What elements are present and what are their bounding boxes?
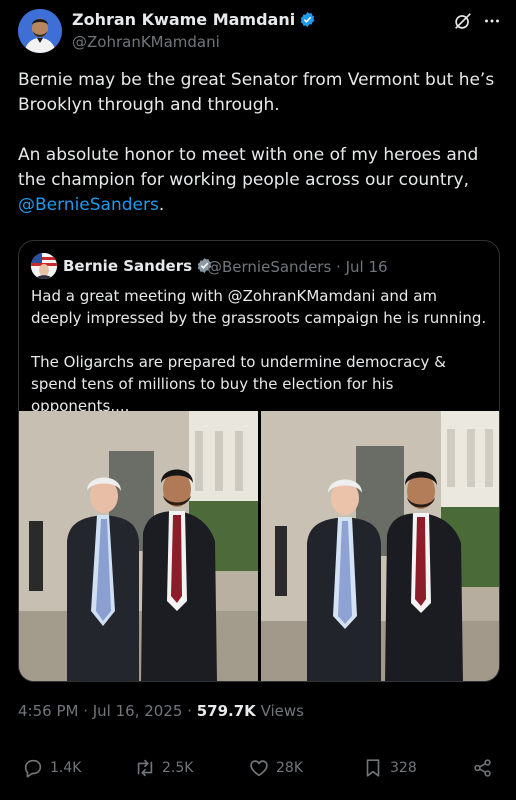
tweet-text: Bernie may be the great Senator from Ver… bbox=[18, 68, 506, 218]
like-count: 28K bbox=[276, 760, 303, 776]
author-handle[interactable]: @ZohranKMamdani bbox=[72, 33, 220, 51]
quoted-tweet[interactable]: Bernie Sanders @BernieSanders · Jul 16 H… bbox=[18, 240, 500, 682]
quoted-name[interactable]: Bernie Sanders bbox=[63, 257, 213, 275]
quoted-text: Had a great meeting with @ZohranKMamdani… bbox=[31, 285, 489, 417]
author-name[interactable]: Zohran Kwame Mamdani bbox=[72, 10, 316, 29]
share-button[interactable] bbox=[472, 756, 500, 780]
tweet-meta: 4:56 PM · Jul 16, 2025 · 579.7K Views bbox=[18, 702, 304, 720]
quoted-paragraph-1: Had a great meeting with @ZohranKMamdani… bbox=[31, 287, 487, 327]
mention-link[interactable]: @BernieSanders bbox=[18, 195, 159, 215]
views-count: 579.7K bbox=[196, 702, 256, 720]
grok-icon[interactable] bbox=[452, 10, 474, 32]
bookmark-button[interactable]: 328 bbox=[362, 756, 417, 780]
quoted-photo-1[interactable] bbox=[19, 411, 258, 681]
reply-icon bbox=[24, 759, 42, 778]
share-icon bbox=[474, 759, 491, 777]
repost-button[interactable]: 2.5K bbox=[134, 756, 193, 780]
quoted-name-text: Bernie Sanders bbox=[63, 257, 193, 275]
timestamp[interactable]: 4:56 PM · Jul 16, 2025 · bbox=[18, 702, 197, 720]
verified-badge-icon bbox=[300, 12, 315, 27]
like-button[interactable]: 28K bbox=[248, 756, 303, 780]
tweet-paragraph-2-end: . bbox=[158, 195, 165, 215]
reply-button[interactable]: 1.4K bbox=[22, 756, 81, 780]
more-icon[interactable] bbox=[481, 10, 503, 32]
repost-count: 2.5K bbox=[162, 760, 194, 776]
tweet-paragraph-1: Bernie may be the great Senator from Ver… bbox=[18, 70, 495, 115]
quoted-paragraph-2: The Oligarchs are prepared to undermine … bbox=[31, 353, 446, 415]
reply-count: 1.4K bbox=[50, 760, 82, 776]
like-icon bbox=[250, 760, 268, 777]
quoted-handle-date[interactable]: @BernieSanders · Jul 16 bbox=[207, 258, 388, 276]
author-name-text: Zohran Kwame Mamdani bbox=[72, 10, 296, 29]
quoted-photo-2[interactable] bbox=[261, 411, 499, 681]
bookmark-icon bbox=[366, 759, 380, 777]
tweet-paragraph-2: An absolute honor to meet with one of my… bbox=[18, 143, 506, 218]
views-label: Views bbox=[255, 702, 304, 720]
bookmark-count: 328 bbox=[390, 760, 417, 776]
repost-icon bbox=[137, 759, 153, 777]
author-avatar[interactable] bbox=[18, 9, 62, 53]
quoted-avatar[interactable] bbox=[31, 253, 57, 279]
tweet-paragraph-2-text: An absolute honor to meet with one of my… bbox=[18, 145, 479, 190]
